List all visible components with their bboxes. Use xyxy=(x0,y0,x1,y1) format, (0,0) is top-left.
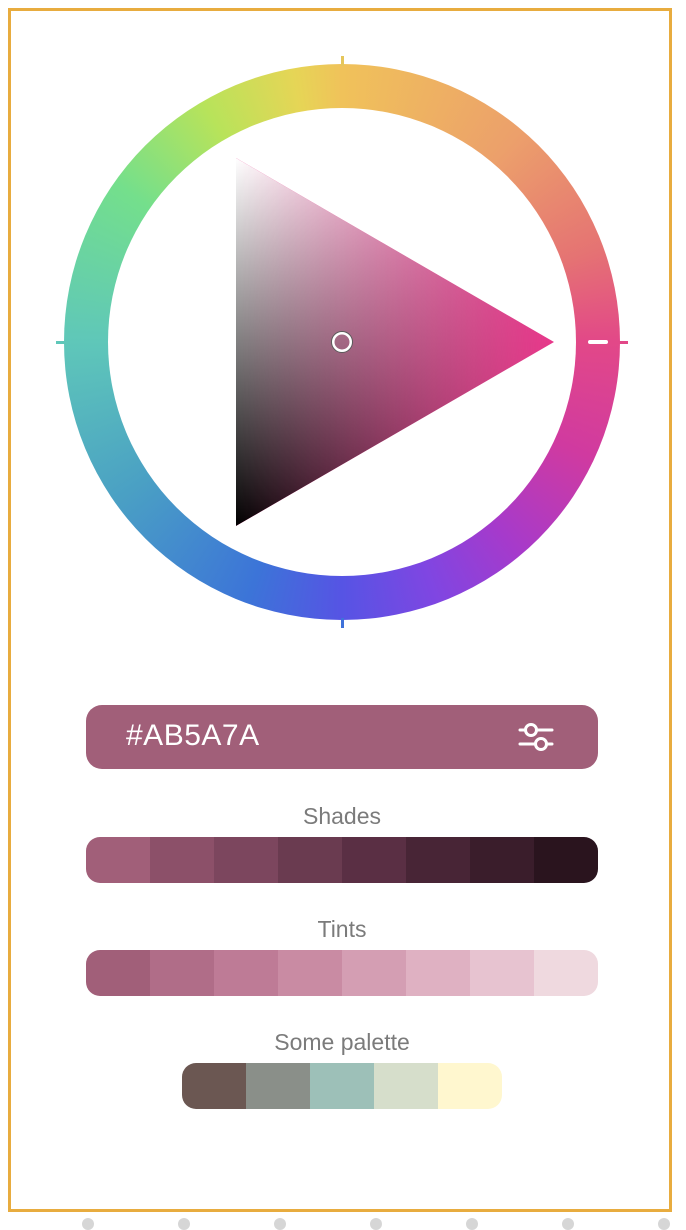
tint-swatch-2[interactable] xyxy=(150,950,214,996)
hex-value-bar[interactable]: #AB5A7A xyxy=(86,705,598,769)
page-dot[interactable] xyxy=(274,1218,286,1230)
palette-swatch-1[interactable] xyxy=(182,1063,246,1109)
page-dot[interactable] xyxy=(178,1218,190,1230)
shade-swatch-5[interactable] xyxy=(342,837,406,883)
tints-title: Tints xyxy=(317,916,367,942)
shade-swatch-6[interactable] xyxy=(406,837,470,883)
hex-value-text[interactable]: #AB5A7A xyxy=(126,719,260,753)
palette-swatch-3[interactable] xyxy=(310,1063,374,1109)
page-dot[interactable] xyxy=(562,1218,574,1230)
tint-swatch-3[interactable] xyxy=(214,950,278,996)
shade-swatch-1[interactable] xyxy=(86,837,150,883)
tint-swatch-5[interactable] xyxy=(342,950,406,996)
tints-swatches xyxy=(86,950,598,996)
palette-title: Some palette xyxy=(274,1029,410,1055)
tint-swatch-7[interactable] xyxy=(470,950,534,996)
shades-title: Shades xyxy=(302,803,381,829)
tint-swatch-6[interactable] xyxy=(406,950,470,996)
shade-swatch-4[interactable] xyxy=(278,837,342,883)
tint-swatch-4[interactable] xyxy=(278,950,342,996)
shade-swatch-7[interactable] xyxy=(470,837,534,883)
page-dot[interactable] xyxy=(370,1218,382,1230)
saturation-value-triangle[interactable] xyxy=(56,56,628,628)
palette-swatch-5[interactable] xyxy=(438,1063,502,1109)
palette-swatch-2[interactable] xyxy=(246,1063,310,1109)
color-wheel[interactable] xyxy=(56,56,628,628)
tint-swatch-1[interactable] xyxy=(86,950,150,996)
shades-swatches xyxy=(86,837,598,883)
shade-swatch-8[interactable] xyxy=(534,837,598,883)
sliders-icon[interactable] xyxy=(518,720,554,754)
page-dot[interactable] xyxy=(82,1218,94,1230)
shade-swatch-2[interactable] xyxy=(150,837,214,883)
page-dot[interactable] xyxy=(658,1218,670,1230)
palette-swatch-4[interactable] xyxy=(374,1063,438,1109)
palette-swatches xyxy=(182,1063,502,1109)
tint-swatch-8[interactable] xyxy=(534,950,598,996)
shade-swatch-3[interactable] xyxy=(214,837,278,883)
page-indicator xyxy=(0,1214,686,1230)
page-dot[interactable] xyxy=(466,1218,478,1230)
